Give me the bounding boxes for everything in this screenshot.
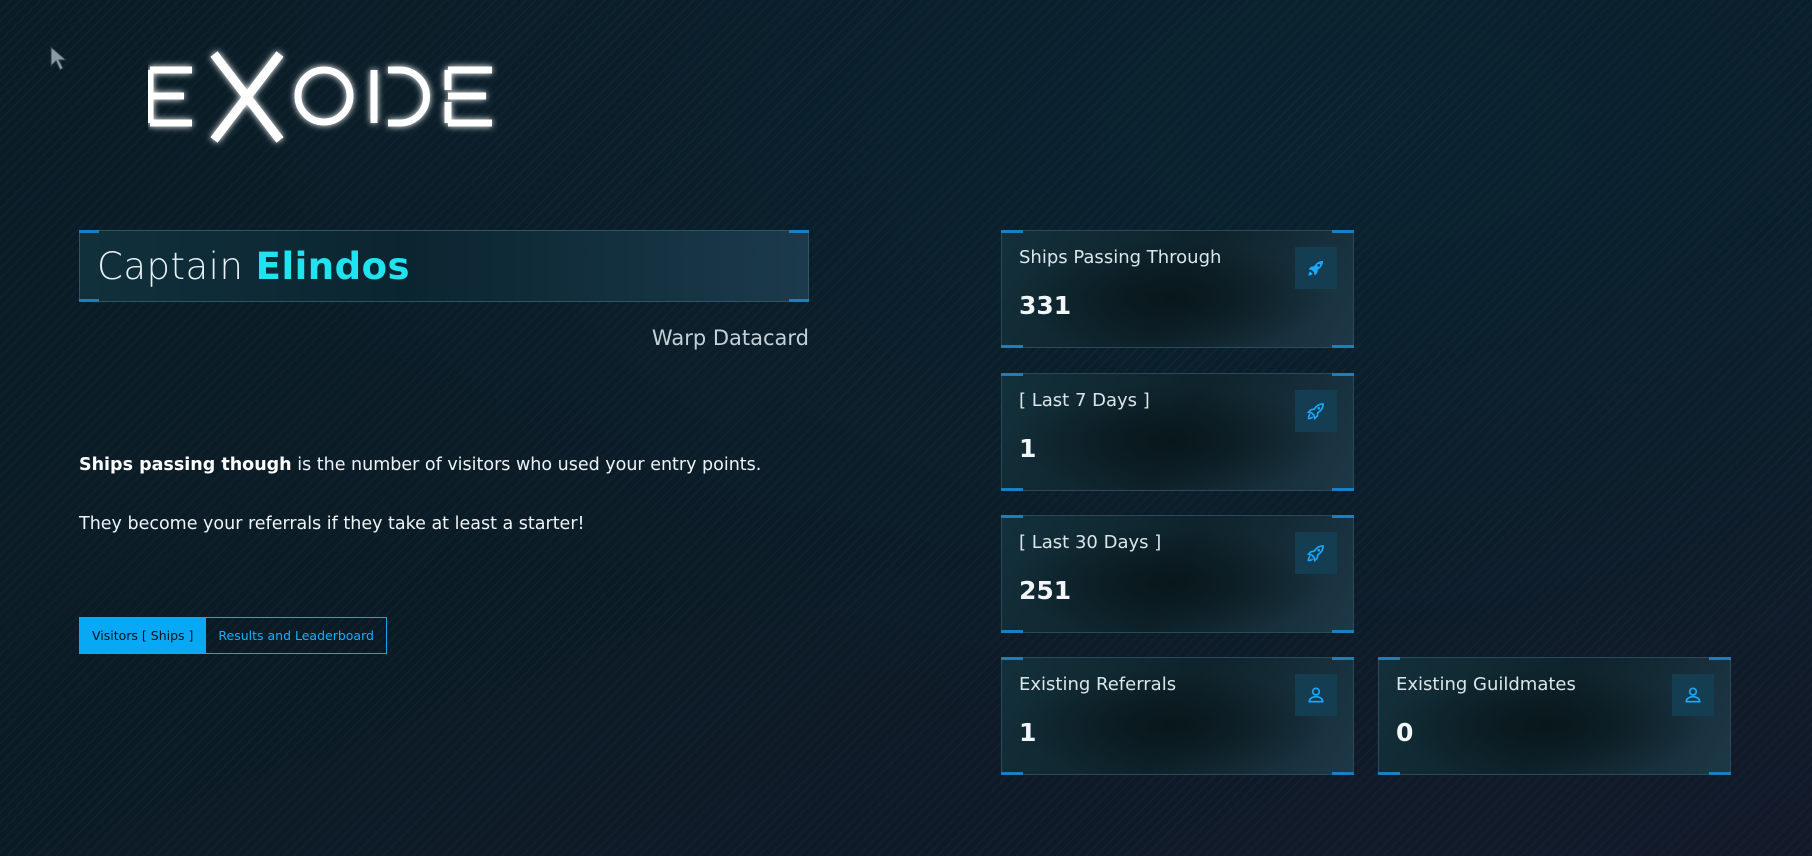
- captain-name: Elindos: [255, 244, 411, 288]
- rocket-icon: [1295, 532, 1337, 574]
- card-corner: [1332, 515, 1354, 518]
- card-corner: [1332, 772, 1354, 775]
- card-corner: [1001, 772, 1023, 775]
- card-corner: [1332, 345, 1354, 348]
- card-corner: [1001, 515, 1023, 518]
- stat-value: 0: [1396, 718, 1414, 747]
- tab-visitors-ships[interactable]: Visitors [ Ships ]: [79, 617, 207, 654]
- card-corner: [1378, 657, 1400, 660]
- captain-header: Captain Elindos: [79, 230, 809, 302]
- card-corner: [1332, 630, 1354, 633]
- card-corner: [1001, 373, 1023, 376]
- stat-value: 1: [1019, 434, 1037, 463]
- rocket-icon: [1295, 247, 1337, 289]
- card-corner: [1001, 630, 1023, 633]
- mouse-cursor-icon: [50, 45, 70, 72]
- stat-card-last-30-days: [ Last 30 Days ] 251: [1001, 515, 1354, 633]
- card-corner: [1709, 772, 1731, 775]
- stat-label: [ Last 7 Days ]: [1019, 390, 1150, 411]
- warp-datacard-label: Warp Datacard: [651, 326, 809, 350]
- panel-corner: [79, 299, 99, 302]
- card-corner: [1001, 345, 1023, 348]
- card-corner: [1001, 657, 1023, 660]
- card-corner: [1332, 657, 1354, 660]
- description-bold: Ships passing though: [79, 455, 292, 475]
- stat-value: 1: [1019, 718, 1037, 747]
- card-corner: [1001, 488, 1023, 491]
- captain-title: Captain Elindos: [97, 245, 410, 288]
- card-corner: [1709, 657, 1731, 660]
- stat-card-last-7-days: [ Last 7 Days ] 1: [1001, 373, 1354, 491]
- rocket-icon: [1295, 390, 1337, 432]
- tab-results-leaderboard[interactable]: Results and Leaderboard: [206, 617, 387, 654]
- description-line-2: They become your referrals if they take …: [79, 514, 585, 534]
- view-tabs: Visitors [ Ships ] Results and Leaderboa…: [79, 617, 387, 654]
- stat-value: 331: [1019, 291, 1072, 320]
- card-corner: [1332, 488, 1354, 491]
- user-icon: [1295, 674, 1337, 716]
- card-corner: [1332, 230, 1354, 233]
- card-corner: [1001, 230, 1023, 233]
- description-line-1: Ships passing though is the number of vi…: [79, 455, 839, 475]
- stat-label: [ Last 30 Days ]: [1019, 532, 1162, 553]
- panel-corner: [789, 299, 809, 302]
- stat-card-existing-referrals: Existing Referrals 1: [1001, 657, 1354, 775]
- panel-corner: [789, 230, 809, 233]
- captain-prefix: Captain: [97, 244, 244, 288]
- stat-label: Ships Passing Through: [1019, 247, 1222, 268]
- card-corner: [1378, 772, 1400, 775]
- stat-label: Existing Referrals: [1019, 674, 1177, 695]
- exode-logo[interactable]: [148, 46, 498, 148]
- stat-card-ships-passing: Ships Passing Through 331: [1001, 230, 1354, 348]
- panel-corner: [79, 230, 99, 233]
- stat-value: 251: [1019, 576, 1072, 605]
- stat-label: Existing Guildmates: [1396, 674, 1576, 695]
- stat-card-existing-guildmates: Existing Guildmates 0: [1378, 657, 1731, 775]
- description-rest: is the number of visitors who used your …: [291, 455, 762, 475]
- user-icon: [1672, 674, 1714, 716]
- card-corner: [1332, 373, 1354, 376]
